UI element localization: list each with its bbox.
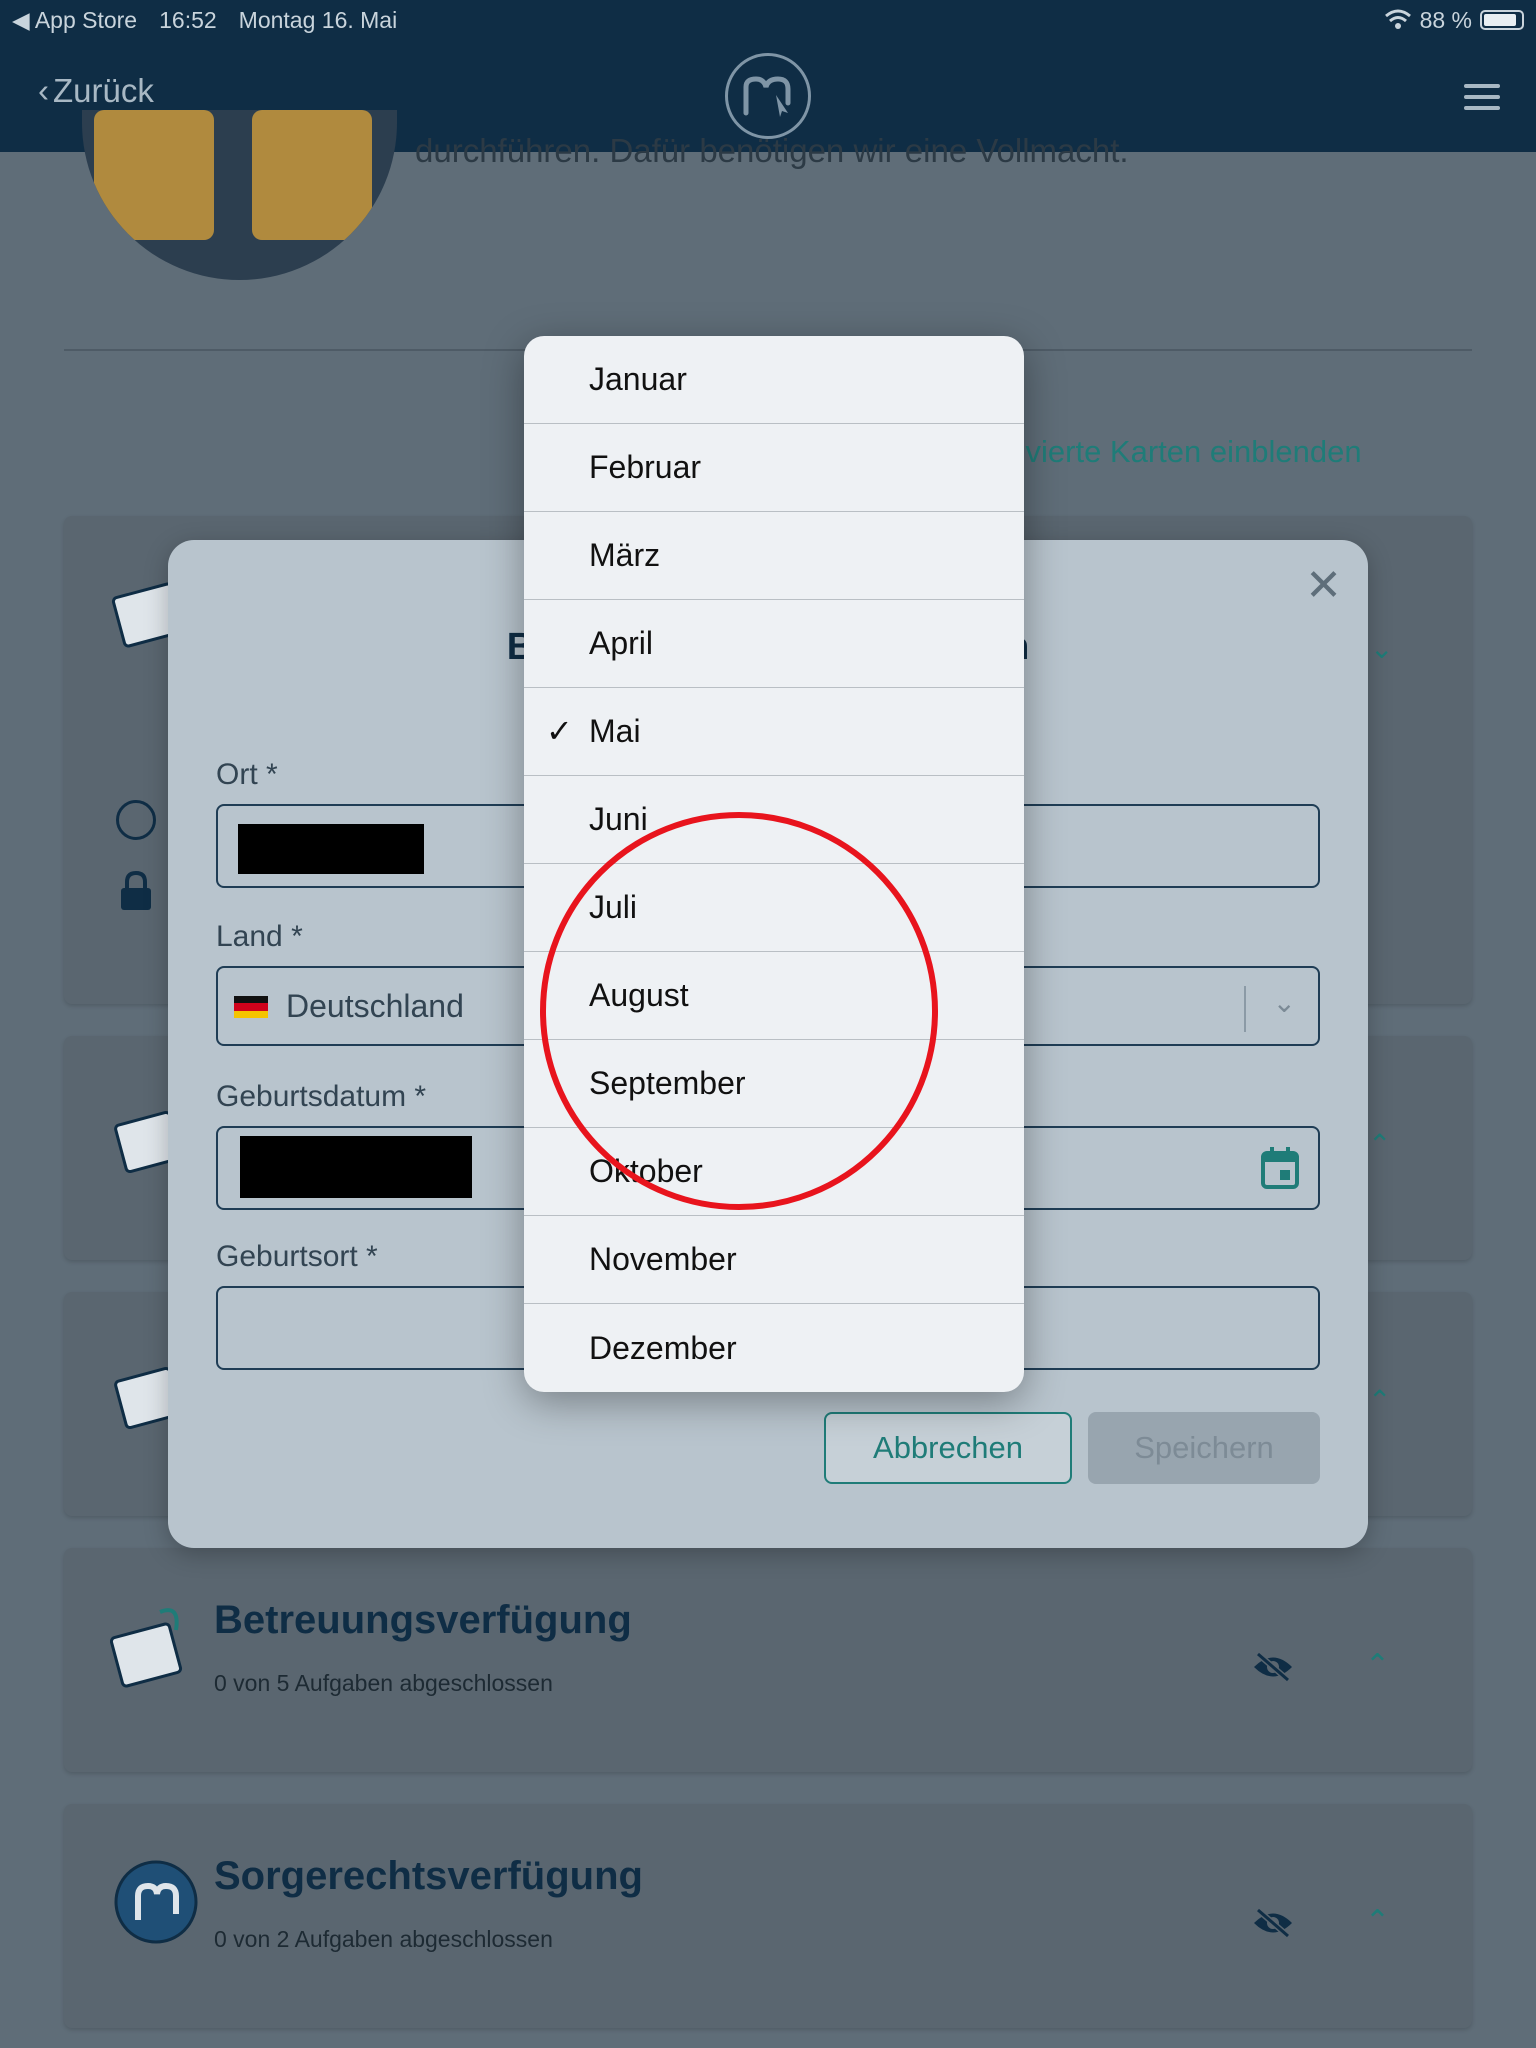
month-option-august[interactable]: August — [524, 952, 1024, 1040]
chevron-up-icon[interactable]: ⌃ — [1368, 1128, 1391, 1161]
card-title: Sorgerechtsverfügung — [214, 1854, 643, 1898]
eye-slash-icon[interactable] — [1252, 1908, 1294, 1938]
redacted-value — [238, 824, 424, 874]
battery-percent: 88 % — [1419, 6, 1472, 33]
land-label: Land * — [216, 920, 303, 953]
eye-slash-icon[interactable] — [1252, 1652, 1294, 1682]
back-label: Zurück — [53, 72, 154, 109]
header-illustration — [82, 110, 397, 280]
geburtsdatum-label: Geburtsdatum * — [216, 1080, 427, 1113]
month-option-dezember[interactable]: Dezember — [524, 1304, 1024, 1392]
status-back-app[interactable]: ◀ App Store — [12, 7, 137, 34]
status-bar: ◀ App Store 16:52 Montag 16. Mai 88 % — [0, 0, 1536, 40]
logo-hourglass-icon — [114, 1860, 198, 1944]
lock-icon — [121, 870, 151, 910]
month-option-april[interactable]: April — [524, 600, 1024, 688]
legal-document-icon — [110, 1608, 183, 1688]
back-button[interactable]: ‹ Zurück — [38, 72, 154, 110]
geburtsort-label: Geburtsort * — [216, 1240, 378, 1273]
status-date: Montag 16. Mai — [238, 6, 398, 33]
chevron-up-icon[interactable]: ⌃ — [1368, 1384, 1391, 1417]
chevron-up-icon[interactable]: ⌃ — [1365, 1904, 1390, 1939]
card-title: Betreuungsverfügung — [214, 1598, 632, 1642]
month-option-juli[interactable]: Juli — [524, 864, 1024, 952]
germany-flag-icon — [234, 996, 268, 1018]
ort-label: Ort * — [216, 758, 278, 791]
wifi-icon — [1384, 9, 1411, 29]
save-button[interactable]: Speichern — [1088, 1412, 1320, 1484]
month-option-september[interactable]: September — [524, 1040, 1024, 1128]
land-value: Deutschland — [286, 988, 464, 1024]
month-option-januar[interactable]: Januar — [524, 336, 1024, 424]
select-divider — [1244, 986, 1246, 1032]
chevron-up-icon[interactable]: ⌃ — [1365, 1648, 1390, 1683]
card-subtitle: 0 von 5 Aufgaben abgeschlossen — [214, 1670, 553, 1696]
battery-icon — [1480, 10, 1524, 30]
card-betreuungsverfuegung[interactable]: Betreuungsverfügung 0 von 5 Aufgaben abg… — [64, 1548, 1472, 1772]
month-option-juni[interactable]: Juni — [524, 776, 1024, 864]
hamburger-icon[interactable] — [1464, 84, 1500, 110]
checkmark-icon: ✓ — [546, 713, 573, 749]
card-sorgerechtsverfuegung[interactable]: Sorgerechtsverfügung 0 von 2 Aufgaben ab… — [64, 1804, 1472, 2028]
cancel-button[interactable]: Abbrechen — [824, 1412, 1072, 1484]
card-subtitle: 0 von 2 Aufgaben abgeschlossen — [214, 1926, 553, 1952]
redacted-value — [240, 1136, 472, 1198]
month-option-november[interactable]: November — [524, 1216, 1024, 1304]
intro-text: durchführen. Dafür benötigen wir eine Vo… — [415, 132, 1129, 169]
chevron-down-icon[interactable]: ⌄ — [1273, 986, 1296, 1019]
month-option-maerz[interactable]: März — [524, 512, 1024, 600]
logo-m-icon — [743, 76, 791, 117]
app-logo[interactable] — [725, 53, 811, 139]
chevron-down-icon[interactable]: ⌄ — [1370, 632, 1393, 665]
month-picker: Januar Februar März April ✓ Mai Juni Jul… — [524, 336, 1024, 1392]
chevron-left-icon: ‹ — [38, 72, 49, 109]
month-option-mai[interactable]: ✓ Mai — [524, 688, 1024, 776]
show-archived-link[interactable]: tivierte Karten einblenden — [1010, 434, 1362, 470]
month-option-oktober[interactable]: Oktober — [524, 1128, 1024, 1216]
close-icon[interactable]: ✕ — [1305, 560, 1342, 611]
status-time: 16:52 — [159, 6, 217, 33]
calendar-icon[interactable] — [1260, 1146, 1300, 1190]
radio-button[interactable] — [116, 800, 156, 840]
month-option-februar[interactable]: Februar — [524, 424, 1024, 512]
